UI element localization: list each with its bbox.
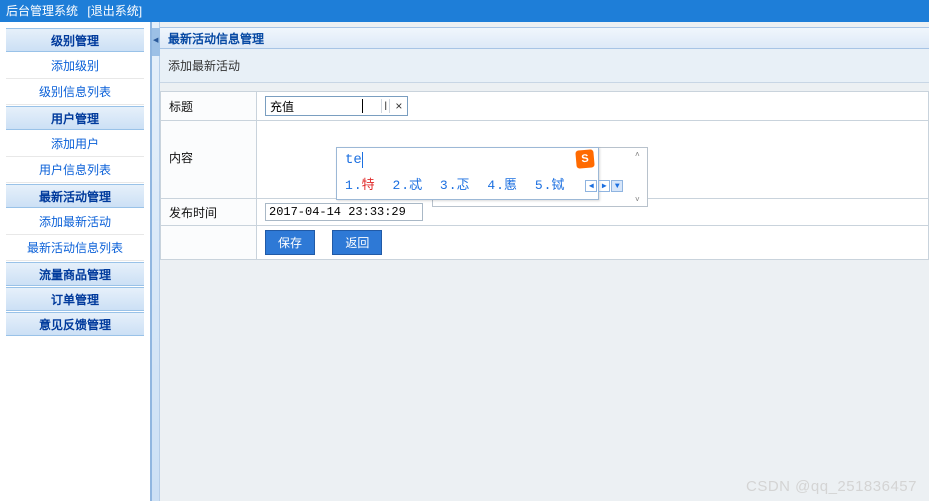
sidebar-group-activity[interactable]: 最新活动管理 (6, 184, 144, 208)
ime-popup: S te 1.特 2.忒 3.忑 4.慝 5.铽 ◀ ▶ ▼ (336, 147, 599, 200)
title-input[interactable] (266, 98, 362, 114)
ime-prev-icon[interactable]: ◀ (585, 180, 597, 192)
textarea-scroll-up-icon[interactable]: ˄ (635, 150, 645, 159)
sidebar-item-add-user[interactable]: 添加用户 (6, 131, 144, 157)
sidebar-item-user-list[interactable]: 用户信息列表 (6, 157, 144, 183)
label-content: 内容 (161, 121, 257, 199)
sidebar-group-user[interactable]: 用户管理 (6, 106, 144, 130)
topbar: 后台管理系统 [退出系统] (0, 0, 929, 22)
sidebar-item-add-activity[interactable]: 添加最新活动 (6, 209, 144, 235)
ime-candidate-3[interactable]: 3.忑 (440, 178, 470, 193)
publish-time-input[interactable] (265, 203, 423, 221)
sidebar-group-order[interactable]: 订单管理 (6, 287, 144, 311)
splitter-collapse-icon[interactable] (152, 28, 160, 56)
ime-composition: te (345, 152, 590, 170)
ime-candidate-2[interactable]: 2.忒 (392, 178, 422, 193)
sidebar-item-level-list[interactable]: 级别信息列表 (6, 79, 144, 105)
label-publish-time: 发布时间 (161, 199, 257, 226)
sidebar-group-goods[interactable]: 流量商品管理 (6, 262, 144, 286)
text-cursor (362, 99, 363, 113)
logout-link[interactable]: [退出系统] (87, 4, 142, 18)
label-title: 标题 (161, 92, 257, 121)
ime-next-icon[interactable]: ▶ (598, 180, 610, 192)
panel-subtitle: 添加最新活动 (160, 49, 929, 83)
clear-input-icon[interactable]: × (390, 99, 407, 113)
panel-title: 最新活动信息管理 (160, 27, 929, 49)
main-panel: 最新活动信息管理 添加最新活动 标题 I × 内容 (160, 22, 929, 501)
sidebar-splitter[interactable] (152, 22, 160, 501)
sidebar: 级别管理 添加级别 级别信息列表 用户管理 添加用户 用户信息列表 最新活动管理… (0, 22, 152, 501)
ime-candidate-4[interactable]: 4.慝 (487, 178, 517, 193)
sidebar-group-feedback[interactable]: 意见反馈管理 (6, 312, 144, 336)
ime-candidates: 1.特 2.忒 3.忑 4.慝 5.铽 ◀ ▶ ▼ (345, 174, 590, 193)
ime-candidate-5[interactable]: 5.铽 (535, 178, 565, 193)
sidebar-item-activity-list[interactable]: 最新活动信息列表 (6, 235, 144, 261)
save-button[interactable]: 保存 (265, 230, 315, 255)
textarea-scroll-down-icon[interactable]: ˅ (635, 195, 645, 204)
sidebar-group-level[interactable]: 级别管理 (6, 28, 144, 52)
ime-candidate-1[interactable]: 1.特 (345, 178, 375, 193)
sogou-logo-icon: S (575, 149, 595, 169)
sidebar-item-add-level[interactable]: 添加级别 (6, 53, 144, 79)
app-title: 后台管理系统 (6, 4, 78, 18)
ime-dropdown-icon[interactable]: ▼ (611, 180, 623, 192)
title-input-wrap[interactable]: I × (265, 96, 408, 116)
text-caret-icon: I (381, 99, 390, 113)
back-button[interactable]: 返回 (332, 230, 382, 255)
